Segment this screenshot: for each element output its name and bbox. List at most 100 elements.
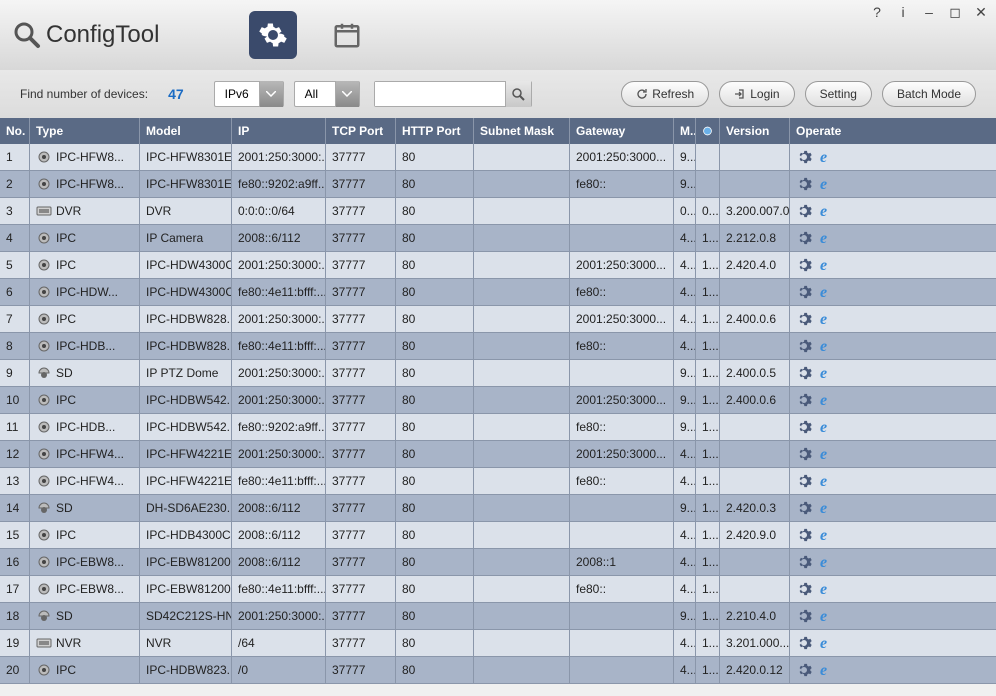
table-row[interactable]: 2IPC-HFW8...IPC-HFW8301Efe80::9202:a9ff.… <box>0 171 996 198</box>
cell-ip: 0:0:0::0/64 <box>232 198 326 224</box>
table-row[interactable]: 1IPC-HFW8...IPC-HFW8301E2001:250:3000:..… <box>0 144 996 171</box>
browser-icon[interactable]: e <box>820 527 836 543</box>
col-model[interactable]: Model <box>140 118 232 144</box>
browser-icon[interactable]: e <box>820 257 836 273</box>
cell-gateway: fe80:: <box>570 414 674 440</box>
col-subnet[interactable]: Subnet Mask <box>474 118 570 144</box>
col-ip[interactable]: IP <box>232 118 326 144</box>
table-row[interactable]: 9SDIP PTZ Dome2001:250:3000:...37777809.… <box>0 360 996 387</box>
ip-version-select[interactable]: IPv6 <box>214 81 284 107</box>
gear-icon[interactable] <box>796 203 812 219</box>
table-row[interactable]: 8IPC-HDB...IPC-HDBW828...fe80::4e11:bfff… <box>0 333 996 360</box>
table-row[interactable]: 7IPCIPC-HDBW828...2001:250:3000:...37777… <box>0 306 996 333</box>
browser-icon[interactable]: e <box>820 365 836 381</box>
table-row[interactable]: 5IPCIPC-HDW4300C2001:250:3000:...3777780… <box>0 252 996 279</box>
gear-icon[interactable] <box>796 338 812 354</box>
table-row[interactable]: 19NVRNVR/6437777804...1...3.201.000...e <box>0 630 996 657</box>
cell-model: IPC-HDBW823... <box>140 657 232 683</box>
table-row[interactable]: 12IPC-HFW4...IPC-HFW4221E2001:250:3000:.… <box>0 441 996 468</box>
gear-icon[interactable] <box>796 500 812 516</box>
gear-icon[interactable] <box>796 149 812 165</box>
gear-icon[interactable] <box>796 311 812 327</box>
col-no[interactable]: No. <box>0 118 30 144</box>
table-row[interactable]: 6IPC-HDW...IPC-HDW4300Cfe80::4e11:bfff:.… <box>0 279 996 306</box>
gear-icon[interactable] <box>796 257 812 273</box>
gear-icon[interactable] <box>796 581 812 597</box>
settings-tab-button[interactable] <box>249 11 297 59</box>
table-row[interactable]: 14SDDH-SD6AE230...2008::6/11237777809...… <box>0 495 996 522</box>
cell-no: 7 <box>0 306 30 332</box>
browser-icon[interactable]: e <box>820 608 836 624</box>
browser-icon[interactable]: e <box>820 554 836 570</box>
browser-icon[interactable]: e <box>820 149 836 165</box>
browser-icon[interactable]: e <box>820 500 836 516</box>
gear-icon[interactable] <box>796 554 812 570</box>
gear-icon[interactable] <box>796 419 812 435</box>
cell-sn: 1... <box>696 279 720 305</box>
col-mac[interactable]: M... <box>674 118 696 144</box>
gear-icon[interactable] <box>796 662 812 678</box>
maximize-button[interactable]: ◻ <box>948 4 962 21</box>
dvr-icon <box>36 636 52 650</box>
help-button[interactable]: ? <box>870 4 884 21</box>
table-row[interactable]: 20IPCIPC-HDBW823.../037777804...1...2.42… <box>0 657 996 684</box>
browser-icon[interactable]: e <box>820 176 836 192</box>
batch-mode-button[interactable]: Batch Mode <box>882 81 976 107</box>
table-row[interactable]: 4IPCIP Camera2008::6/11237777804...1...2… <box>0 225 996 252</box>
gear-icon[interactable] <box>796 176 812 192</box>
browser-icon[interactable]: e <box>820 338 836 354</box>
browser-icon[interactable]: e <box>820 581 836 597</box>
info-button[interactable]: i <box>896 4 910 21</box>
gear-icon[interactable] <box>796 527 812 543</box>
gear-icon[interactable] <box>796 635 812 651</box>
browser-icon[interactable]: e <box>820 635 836 651</box>
gear-icon[interactable] <box>796 473 812 489</box>
browser-icon[interactable]: e <box>820 284 836 300</box>
browser-icon[interactable]: e <box>820 419 836 435</box>
gear-icon[interactable] <box>796 392 812 408</box>
col-type[interactable]: Type <box>30 118 140 144</box>
globe-icon <box>702 124 713 138</box>
cell-tcp: 37777 <box>326 171 396 197</box>
refresh-button[interactable]: Refresh <box>621 81 709 107</box>
search-input[interactable] <box>375 82 505 106</box>
browser-icon[interactable]: e <box>820 446 836 462</box>
table-row[interactable]: 17IPC-EBW8...IPC-EBW81200fe80::4e11:bfff… <box>0 576 996 603</box>
table-row[interactable]: 13IPC-HFW4...IPC-HFW4221Efe80::4e11:bfff… <box>0 468 996 495</box>
close-button[interactable]: ✕ <box>974 4 988 21</box>
col-tcp[interactable]: TCP Port <box>326 118 396 144</box>
search-button[interactable] <box>505 81 531 107</box>
type-filter-select[interactable]: All <box>294 81 360 107</box>
cell-mac: 9... <box>674 387 696 413</box>
col-sn[interactable] <box>696 118 720 144</box>
browser-icon[interactable]: e <box>820 230 836 246</box>
gear-icon[interactable] <box>796 446 812 462</box>
browser-icon[interactable]: e <box>820 662 836 678</box>
gear-icon[interactable] <box>796 365 812 381</box>
minimize-button[interactable]: – <box>922 4 936 21</box>
col-gateway[interactable]: Gateway <box>570 118 674 144</box>
browser-icon[interactable]: e <box>820 203 836 219</box>
table-row[interactable]: 3DVRDVR0:0:0::0/6437777800...0...3.200.0… <box>0 198 996 225</box>
cell-sn <box>696 144 720 170</box>
login-button[interactable]: Login <box>719 81 794 107</box>
cell-no: 19 <box>0 630 30 656</box>
table-row[interactable]: 15IPCIPC-HDB4300C...2008::6/11237777804.… <box>0 522 996 549</box>
setting-button[interactable]: Setting <box>805 81 872 107</box>
col-version[interactable]: Version <box>720 118 790 144</box>
gear-icon[interactable] <box>796 608 812 624</box>
gear-icon[interactable] <box>796 284 812 300</box>
table-row[interactable]: 16IPC-EBW8...IPC-EBW812002008::6/1123777… <box>0 549 996 576</box>
table-row[interactable]: 11IPC-HDB...IPC-HDBW542...fe80::9202:a9f… <box>0 414 996 441</box>
table-row[interactable]: 10IPCIPC-HDBW542...2001:250:3000:...3777… <box>0 387 996 414</box>
schedule-tab-button[interactable] <box>323 11 371 59</box>
browser-icon[interactable]: e <box>820 392 836 408</box>
cell-gateway <box>570 522 674 548</box>
table-row[interactable]: 18SDSD42C212S-HN2001:250:3000:...3777780… <box>0 603 996 630</box>
col-http[interactable]: HTTP Port <box>396 118 474 144</box>
browser-icon[interactable]: e <box>820 311 836 327</box>
gear-icon[interactable] <box>796 230 812 246</box>
col-operate[interactable]: Operate <box>790 118 996 144</box>
browser-icon[interactable]: e <box>820 473 836 489</box>
cell-operate: e <box>790 441 996 467</box>
